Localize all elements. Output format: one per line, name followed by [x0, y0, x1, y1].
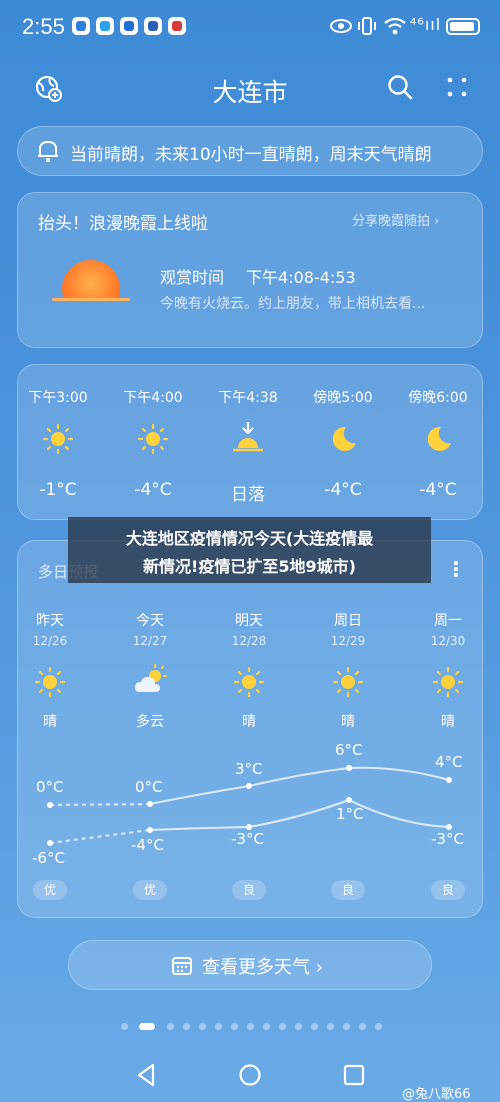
day-date: 12/26 [32, 634, 68, 648]
low-temp-label: -4°C [131, 836, 164, 854]
alert-text: 当前晴朗，未来10小时一直晴朗，周末天气晴朗 [70, 145, 432, 165]
sun-icon [42, 423, 74, 455]
day-condition: 晴 [441, 714, 455, 730]
low-point [47, 840, 53, 846]
promo-title: 抬头！浪漫晚霞上线啦 [38, 214, 208, 234]
high-temp-label: 0°C [135, 778, 163, 796]
vibrate-icon [358, 17, 376, 35]
high-temp-label: 6°C [335, 741, 363, 759]
high-point [246, 783, 252, 789]
hour-time: 下午3:00 [28, 390, 88, 406]
moon-icon [332, 426, 356, 451]
high-point [346, 765, 352, 771]
bell-icon [38, 140, 58, 162]
status-bar: 2:55 ⁴⁶ııl [0, 0, 500, 52]
low-point [147, 827, 153, 833]
hour-temp: -1°C [39, 480, 77, 500]
sunset-glow-icon [58, 258, 124, 298]
high-temp-past-segment [49, 803, 151, 806]
aqi-badge: 良 [431, 880, 465, 900]
day-condition: 晴 [341, 714, 355, 730]
aqi-badge: 优 [133, 880, 167, 900]
eye-icon [330, 19, 352, 33]
more-options-icon[interactable] [445, 75, 469, 99]
promo-description: 今晚有火烧云。约上朋友，带上相机去看... [160, 296, 426, 312]
day-condition: 晴 [242, 714, 256, 730]
sun-icon [34, 666, 66, 698]
day-name: 周一 [434, 613, 462, 629]
high-point [47, 802, 53, 808]
notification-app-icon [144, 17, 162, 35]
home-nav-icon[interactable] [238, 1063, 262, 1087]
recents-nav-icon[interactable] [343, 1064, 365, 1086]
watermark: @兔八歌66 [402, 1087, 471, 1102]
day-name: 今天 [136, 613, 164, 629]
sun-icon [432, 666, 464, 698]
high-temp-curve [149, 766, 450, 805]
low-temp-label: -3°C [231, 830, 264, 848]
day-condition: 晴 [43, 714, 57, 730]
view-time-value: 下午4:08-4:53 [246, 268, 356, 287]
high-temp-label: 4°C [435, 753, 463, 771]
sunset-icon [233, 422, 263, 452]
high-temp-label: 0°C [36, 778, 64, 796]
city-title: 大连市 [212, 78, 288, 107]
sun-icon [137, 423, 169, 455]
sun-icon [332, 666, 364, 698]
sun-icon [233, 666, 265, 698]
low-temp-label: -6°C [32, 849, 65, 867]
hour-temp: 日落 [231, 485, 265, 505]
notification-app-icon [120, 17, 138, 35]
hour-temp: -4°C [419, 480, 457, 500]
high-point [446, 777, 452, 783]
headline-line-2: 新情况!疫情已扩至5地9城市) [143, 557, 356, 576]
day-date: 12/30 [430, 634, 466, 648]
high-point [147, 801, 153, 807]
battery-icon [446, 18, 480, 35]
low-point [346, 797, 352, 803]
hour-time: 下午4:38 [218, 390, 278, 406]
aqi-badge: 良 [331, 880, 365, 900]
aqi-badge: 优 [33, 880, 67, 900]
more-weather-label: 查看更多天气 › [202, 957, 323, 978]
low-temp-label: 1°C [336, 805, 364, 823]
active-page-dot [139, 1023, 155, 1030]
hour-time: 傍晚6:00 [408, 390, 468, 406]
status-time: 2:55 [22, 14, 65, 39]
back-nav-icon[interactable] [134, 1062, 158, 1088]
wifi-icon [384, 17, 406, 35]
low-temp-label: -3°C [431, 830, 464, 848]
hour-time: 傍晚5:00 [313, 390, 373, 406]
low-temp-curve [149, 798, 450, 831]
notification-app-icon [168, 17, 186, 35]
news-headline-overlay: 大连地区疫情情况今天(大连疫情最 新情况!疫情已扩至5地9城市) [68, 517, 431, 583]
day-date: 12/28 [231, 634, 267, 648]
day-date: 12/27 [132, 634, 168, 648]
day-name: 明天 [235, 613, 263, 629]
hour-temp: -4°C [134, 480, 172, 500]
hour-time: 下午4:00 [123, 390, 183, 406]
headline-line-1: 大连地区疫情情况今天(大连疫情最 [125, 529, 374, 548]
day-condition: 多云 [136, 714, 164, 730]
day-name: 昨天 [36, 613, 64, 629]
cell-signal-icon: ⁴⁶ııl [410, 15, 442, 34]
share-sunset-link[interactable]: 分享晚霞随拍 › [352, 210, 439, 229]
search-icon[interactable] [387, 74, 413, 100]
moon-icon [427, 426, 451, 451]
partly-cloudy-icon [135, 664, 167, 692]
day-date: 12/29 [330, 634, 366, 648]
daily-more-icon[interactable]: ⋮ [446, 557, 466, 581]
aqi-badge: 良 [232, 880, 266, 900]
high-temp-label: 3°C [235, 760, 263, 778]
day-name: 周日 [334, 613, 362, 629]
calendar-icon [172, 957, 192, 975]
notification-app-icon [72, 17, 90, 35]
notification-app-icon [96, 17, 114, 35]
hour-temp: -4°C [324, 480, 362, 500]
horizon-line [52, 298, 130, 301]
view-time-label: 观赏时间 [160, 268, 225, 287]
